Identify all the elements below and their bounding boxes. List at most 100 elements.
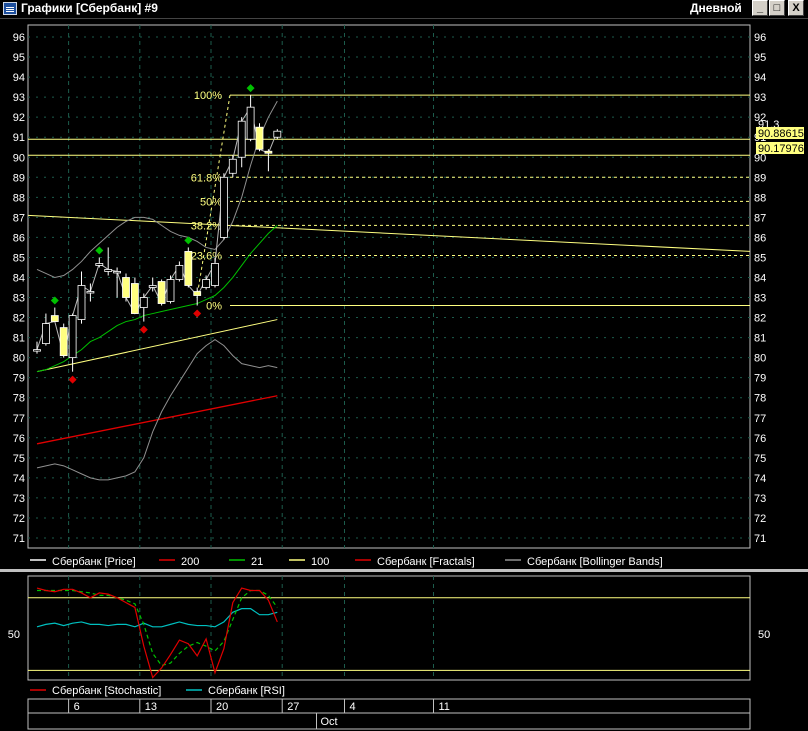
fibonacci-level-label: 23.6%	[191, 250, 222, 262]
y-tick-label-left: 92	[13, 112, 25, 124]
date-tick-label: 27	[287, 701, 299, 713]
y-tick-label-right: 72	[754, 513, 766, 525]
date-tick-label: 6	[74, 701, 80, 713]
date-tick-label: 20	[216, 701, 228, 713]
main-legend-entry: Сбербанк [Price]	[30, 556, 136, 568]
y-tick-label-left: 90	[13, 152, 25, 164]
y-tick-label-left: 88	[13, 192, 25, 204]
y-tick-label-left: 89	[13, 172, 25, 184]
date-tick-label: 13	[145, 701, 157, 713]
legend-label: 200	[181, 556, 199, 568]
fibonacci-level-label: 38.2%	[191, 220, 222, 232]
y-tick-label-left: 80	[13, 353, 25, 365]
candle-body	[139, 297, 148, 308]
candle-body	[122, 277, 130, 298]
y-tick-label-left: 76	[13, 433, 25, 445]
y-tick-label-left: 72	[13, 513, 25, 525]
y-tick-label-left: 95	[13, 52, 25, 64]
y-tick-label-right: 84	[754, 272, 766, 284]
candle-body	[42, 323, 50, 345]
oscillator-legend-entry: Сбербанк [RSI]	[186, 685, 285, 697]
candle-body	[130, 283, 139, 314]
candle-body	[68, 315, 77, 359]
y-tick-label-right: 76	[754, 433, 766, 445]
y-tick-label-left: 86	[13, 232, 25, 244]
candle-body	[59, 327, 68, 357]
candle-body	[228, 158, 237, 174]
y-tick-label-right: 88	[754, 192, 766, 204]
y-tick-label-right: 93	[754, 92, 766, 104]
y-tick-label-left: 87	[13, 212, 25, 224]
price-label-text: 90.17976	[758, 143, 804, 155]
y-tick-label-right: 85	[754, 252, 766, 264]
candle-body	[193, 291, 202, 296]
y-tick-label-right: 96	[754, 32, 766, 44]
candle-body	[175, 265, 184, 280]
main-legend-entry: 21	[229, 556, 263, 568]
candle-body	[184, 251, 193, 286]
y-tick-label-right: 77	[754, 413, 766, 425]
y-tick-label-left: 71	[13, 533, 25, 545]
candle-body	[50, 315, 59, 322]
month-label: Oct	[321, 716, 338, 728]
y-tick-label-left: 74	[13, 473, 25, 485]
panel-splitter	[0, 569, 808, 572]
y-tick-label-right: 82	[754, 313, 766, 325]
legend-label: Сбербанк [Bollinger Bands]	[527, 556, 663, 568]
legend-label: Сбербанк [Stochastic]	[52, 685, 161, 697]
legend-label: 100	[311, 556, 329, 568]
y-tick-label-right: 94	[754, 72, 766, 84]
y-tick-label-right: 74	[754, 473, 766, 485]
candle-body	[246, 106, 255, 140]
y-tick-label-right: 81	[754, 333, 766, 345]
candle-body	[86, 291, 95, 294]
y-tick-label-left: 96	[13, 32, 25, 44]
y-tick-label-right: 73	[754, 493, 766, 505]
candle-body	[202, 279, 211, 288]
candle-body	[148, 285, 157, 288]
y-tick-label-left: 85	[13, 252, 25, 264]
y-tick-label-left: 75	[13, 453, 25, 465]
oscillator-tick-left: 50	[8, 629, 20, 641]
oscillator-tick-right: 50	[758, 629, 770, 641]
fibonacci-level-label: 50%	[200, 196, 222, 208]
oscillator-legend-entry: Сбербанк [Stochastic]	[30, 685, 161, 697]
candle-body	[166, 279, 175, 302]
price-label: 90.88615	[756, 127, 804, 140]
y-tick-label-left: 91	[13, 132, 25, 144]
y-tick-label-right: 75	[754, 453, 766, 465]
y-tick-label-right: 71	[754, 533, 766, 545]
date-tick-label: 4	[350, 701, 356, 713]
candle-body	[104, 269, 113, 272]
candle-body	[255, 126, 264, 150]
price-label-text: 90.88615	[758, 128, 804, 140]
y-tick-label-right: 80	[754, 353, 766, 365]
candle-body	[211, 263, 219, 286]
candle-body	[77, 285, 86, 320]
y-tick-label-left: 82	[13, 313, 25, 325]
y-tick-label-left: 84	[13, 272, 25, 284]
y-tick-label-right: 78	[754, 393, 766, 405]
y-tick-label-left: 73	[13, 493, 25, 505]
y-tick-label-right: 83	[754, 293, 766, 305]
y-tick-label-left: 81	[13, 333, 25, 345]
chart-canvas[interactable]: 71 71 72 72 73 73 74 74 75 75 76 76 77 77 78 78 79 79 80 80…	[0, 0, 808, 731]
main-legend-entry: 100	[289, 556, 329, 568]
y-tick-label-left: 93	[13, 92, 25, 104]
y-tick-label-left: 77	[13, 413, 25, 425]
y-tick-label-right: 86	[754, 232, 766, 244]
y-tick-label-left: 94	[13, 72, 25, 84]
oscillator-panel-frame	[27, 575, 751, 681]
legend-label: Сбербанк [Price]	[52, 556, 136, 568]
candle-body	[219, 176, 228, 238]
y-tick-label-right: 79	[754, 373, 766, 385]
main-legend-entry: Сбербанк [Fractals]	[355, 556, 475, 568]
y-tick-label-left: 78	[13, 393, 25, 405]
candle-body	[157, 281, 166, 304]
y-tick-label-right: 95	[754, 52, 766, 64]
y-tick-label-left: 79	[13, 373, 25, 385]
candle-body	[33, 349, 41, 352]
candle-body	[95, 263, 104, 266]
main-legend-entry: Сбербанк [Bollinger Bands]	[505, 556, 663, 568]
candle-body	[237, 120, 246, 158]
